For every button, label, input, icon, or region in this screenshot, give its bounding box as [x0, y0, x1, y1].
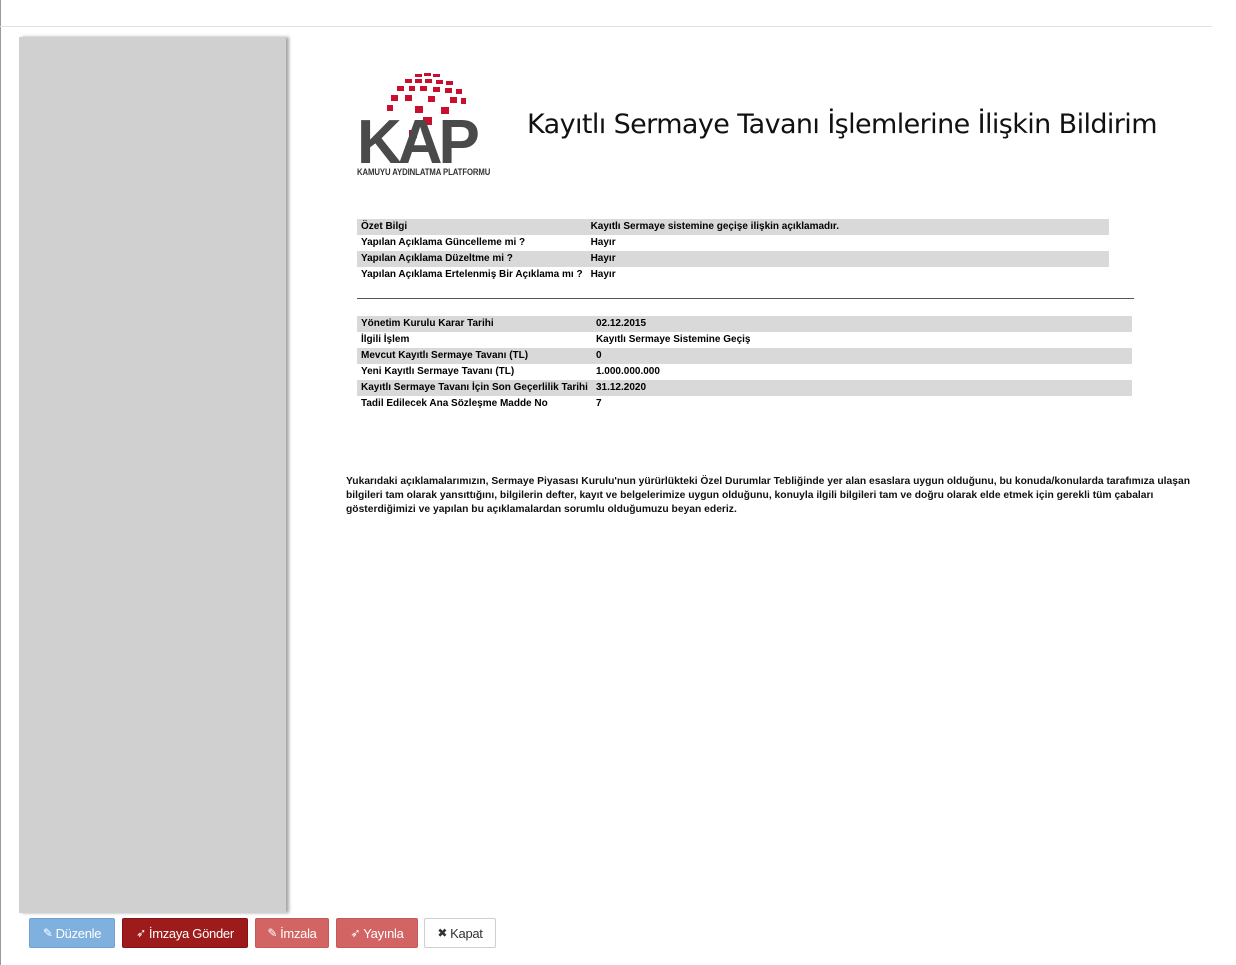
table-row: Kayıtlı Sermaye Tavanı İçin Son Geçerlil…	[357, 380, 1132, 396]
left-panel	[19, 37, 286, 913]
publish-button[interactable]: ➶ Yayınla	[336, 918, 418, 948]
row-value: Hayır	[590, 237, 616, 248]
row-label: İlgili İşlem	[361, 334, 410, 345]
declaration-text: Yukarıdaki açıklamalarımızın, Sermaye Pi…	[346, 476, 1190, 515]
table-row: Yapılan Açıklama Düzeltme mi ? Hayır	[357, 251, 1109, 267]
row-value: 7	[595, 398, 602, 409]
logo-wordmark: KAP	[357, 108, 479, 167]
row-label: Yapılan Açıklama Güncelleme mi ?	[361, 237, 526, 248]
sign-button-label: İmzala	[280, 925, 317, 941]
summary-table: Özet Bilgi Kayıtlı Sermaye sistemine geç…	[357, 219, 1109, 283]
row-value: 02.12.2015	[591, 316, 1132, 332]
pencil-icon: ✎	[267, 926, 278, 940]
section-divider	[357, 298, 1134, 299]
paper-plane-icon: ➶	[350, 926, 361, 940]
top-divider	[0, 26, 1212, 27]
close-icon: ✖	[437, 926, 448, 940]
table-row: Yönetim Kurulu Karar Tarihi 02.12.2015	[357, 316, 1132, 332]
close-button[interactable]: ✖ Kapat	[424, 918, 496, 948]
table-row: Tadil Edilecek Ana Sözleşme Madde No 7	[357, 396, 1132, 412]
table-row: Yeni Kayıtlı Sermaye Tavanı (TL) 1.000.0…	[357, 364, 1132, 380]
send-to-sign-button-label: İmzaya Gönder	[148, 925, 234, 941]
logo-caption: KAMUYU AYDINLATMA PLATFORMU	[357, 167, 491, 177]
row-value: Kayıtlı Sermaye Sistemine Geçiş	[595, 334, 751, 345]
send-to-sign-button[interactable]: ➶ İmzaya Gönder	[122, 918, 248, 948]
row-label: Özet Bilgi	[357, 219, 587, 235]
pencil-icon: ✎	[42, 926, 53, 940]
row-label: Yapılan Açıklama Ertelenmiş Bir Açıklama…	[361, 269, 583, 280]
row-value: 0	[591, 348, 1132, 364]
row-value: Hayır	[590, 269, 616, 280]
paper-plane-icon: ➶	[136, 926, 146, 940]
edit-button[interactable]: ✎ Düzenle	[29, 918, 115, 948]
row-label: Yapılan Açıklama Düzeltme mi ?	[357, 251, 587, 267]
detail-table: Yönetim Kurulu Karar Tarihi 02.12.2015 İ…	[357, 316, 1132, 412]
edit-button-label: Düzenle	[55, 925, 102, 941]
kap-logo: KAP KAMUYU AYDINLATMA PLATFORMU	[357, 72, 495, 180]
row-label: Tadil Edilecek Ana Sözleşme Madde No	[361, 398, 548, 409]
page-title: Kayıtlı Sermaye Tavanı İşlemlerine İlişk…	[527, 109, 1158, 140]
table-row: İlgili İşlem Kayıtlı Sermaye Sistemine G…	[357, 332, 1132, 348]
row-value: Hayır	[586, 251, 1109, 267]
row-label: Yönetim Kurulu Karar Tarihi	[357, 316, 592, 332]
sign-button[interactable]: ✎ İmzala	[255, 918, 329, 948]
publish-button-label: Yayınla	[363, 925, 404, 941]
row-value: 31.12.2020	[591, 380, 1132, 396]
row-label: Kayıtlı Sermaye Tavanı İçin Son Geçerlil…	[357, 380, 592, 396]
table-row: Özet Bilgi Kayıtlı Sermaye sistemine geç…	[357, 219, 1109, 235]
kap-logo-graphic: KAP	[357, 73, 483, 177]
row-label: Mevcut Kayıtlı Sermaye Tavanı (TL)	[357, 348, 592, 364]
row-label: Yeni Kayıtlı Sermaye Tavanı (TL)	[361, 366, 515, 377]
table-row: Yapılan Açıklama Güncelleme mi ? Hayır	[357, 235, 1109, 251]
table-row: Mevcut Kayıtlı Sermaye Tavanı (TL) 0	[357, 348, 1132, 364]
row-value: Kayıtlı Sermaye sistemine geçişe ilişkin…	[586, 219, 1109, 235]
close-button-label: Kapat	[450, 925, 483, 941]
table-row: Yapılan Açıklama Ertelenmiş Bir Açıklama…	[357, 267, 1109, 283]
row-value: 1.000.000.000	[595, 366, 660, 377]
